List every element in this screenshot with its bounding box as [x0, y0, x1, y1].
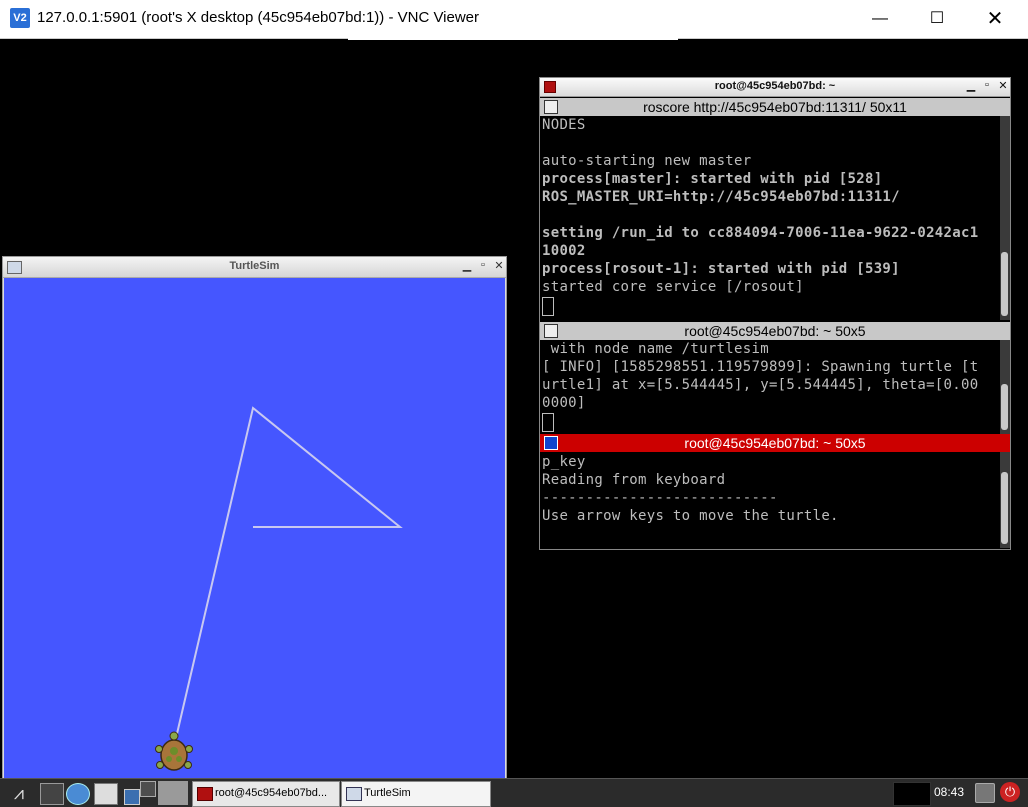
- vnc-logo-icon: V2: [10, 8, 30, 28]
- pane-output-roscore[interactable]: NODES auto-starting new master process[m…: [540, 116, 1000, 320]
- pane-scrollbar[interactable]: [1000, 340, 1010, 434]
- pane-scrollbar[interactable]: [1000, 116, 1010, 320]
- terminal-line: started core service [/rosout]: [542, 279, 804, 295]
- terminal-line: urtle1] at x=[5.544445], y=[5.544445], t…: [542, 377, 979, 393]
- turtlesim-maximize-button[interactable]: ▫: [476, 259, 490, 271]
- taskbar-item-terminal[interactable]: root@45c954eb07bd...: [192, 781, 340, 807]
- taskbar: ⩘ root@45c954eb07bd... TurtleSim 08:43 ⏻: [0, 778, 1028, 807]
- terminal-launcher-icon[interactable]: [40, 783, 64, 805]
- trail-path: [175, 406, 403, 739]
- terminal-title: root@45c954eb07bd: ~: [714, 80, 836, 92]
- workspace-2-icon[interactable]: [140, 781, 156, 797]
- terminal-line: with node name /turtlesim: [542, 341, 769, 357]
- pane-header-turtlesim[interactable]: root@45c954eb07bd: ~ 50x5: [540, 322, 1010, 340]
- workspace-1-icon[interactable]: [124, 789, 140, 805]
- terminal-minimize-button[interactable]: ▁: [964, 79, 978, 92]
- terminal-line: Use arrow keys to move the turtle.: [542, 508, 839, 524]
- maximize-button[interactable]: ☐: [914, 4, 960, 34]
- terminal-close-button[interactable]: ✕: [996, 79, 1010, 92]
- pane-header-label: root@45c954eb07bd: ~ 50x5: [684, 323, 866, 339]
- terminal-line: 10002: [542, 243, 586, 259]
- terminal-line: process[rosout-1]: started with pid [539…: [542, 261, 900, 277]
- minimize-button[interactable]: —: [857, 4, 903, 34]
- pane-output-turtlesim[interactable]: with node name /turtlesim [ INFO] [15852…: [540, 340, 1000, 434]
- clock[interactable]: 08:43: [934, 785, 964, 799]
- turtlesim-title: TurtleSim: [229, 260, 280, 272]
- pane-header-label: roscore http://45c954eb07bd:11311/ 50x11: [643, 99, 907, 115]
- turtlesim-canvas: [4, 278, 505, 778]
- terminal-cursor: [542, 413, 554, 432]
- file-manager-icon[interactable]: [94, 783, 118, 805]
- terminal-line: ---------------------------: [542, 490, 778, 506]
- web-browser-icon[interactable]: [66, 783, 90, 805]
- terminal-line: NODES: [542, 117, 586, 133]
- pane-header-roscore[interactable]: roscore http://45c954eb07bd:11311/ 50x11: [540, 98, 1010, 116]
- terminal-cursor: [542, 297, 554, 316]
- terminal-line: Reading from keyboard: [542, 472, 726, 488]
- scrollbar-thumb[interactable]: [1001, 384, 1008, 430]
- terminal-line: 0000]: [542, 395, 586, 411]
- terminal-window: root@45c954eb07bd: ~ ▁ ▫ ✕ roscore http:…: [539, 77, 1011, 550]
- terminal-line: ROS_MASTER_URI=http://45c954eb07bd:11311…: [542, 189, 900, 205]
- cpu-monitor: [893, 782, 931, 806]
- turtle-trail: [155, 406, 403, 771]
- turtlesim-close-button[interactable]: ✕: [492, 259, 506, 272]
- taskbar-item-label: TurtleSim: [364, 787, 411, 799]
- vnc-window-title: 127.0.0.1:5901 (root's X desktop (45c954…: [37, 9, 480, 26]
- start-menu-icon[interactable]: ⩘: [8, 783, 30, 803]
- terminal-line: auto-starting new master: [542, 153, 752, 169]
- pane-scrollbar[interactable]: [1000, 452, 1010, 548]
- pane-header-teleop[interactable]: root@45c954eb07bd: ~ 50x5: [540, 434, 1010, 452]
- scrollbar-thumb[interactable]: [1001, 472, 1008, 544]
- terminal-icon: [197, 787, 213, 801]
- turtle-icon: [155, 731, 193, 771]
- terminal-line: setting /run_id to cc884094-7006-11ea-96…: [542, 225, 979, 241]
- pane-header-label: root@45c954eb07bd: ~ 50x5: [684, 435, 866, 451]
- taskbar-item-label: root@45c954eb07bd...: [215, 787, 328, 799]
- terminal-line: p_key: [542, 454, 586, 470]
- turtlesim-minimize-button[interactable]: ▁: [460, 259, 474, 272]
- scrollbar-thumb[interactable]: [1001, 252, 1008, 316]
- taskbar-item-turtlesim[interactable]: TurtleSim: [341, 781, 491, 807]
- turtlesim-titlebar[interactable]: TurtleSim ▁ ▫ ✕: [3, 257, 506, 278]
- terminal-line: process[master]: started with pid [528]: [542, 171, 883, 187]
- lock-screen-icon[interactable]: [975, 783, 995, 803]
- taskbar-separator: [158, 781, 188, 805]
- power-icon[interactable]: ⏻: [1000, 782, 1020, 802]
- pane-output-teleop[interactable]: p_key Reading from keyboard ------------…: [540, 452, 1000, 548]
- window-icon: [346, 787, 362, 801]
- terminal-titlebar[interactable]: root@45c954eb07bd: ~ ▁ ▫ ✕: [540, 78, 1010, 97]
- terminal-line: [ INFO] [1585298551.119579899]: Spawning…: [542, 359, 979, 375]
- terminal-maximize-button[interactable]: ▫: [980, 79, 994, 91]
- turtlesim-window: TurtleSim ▁ ▫ ✕: [2, 256, 507, 780]
- vnc-toolbar-strip: [348, 34, 678, 40]
- close-button[interactable]: ✕: [972, 4, 1018, 34]
